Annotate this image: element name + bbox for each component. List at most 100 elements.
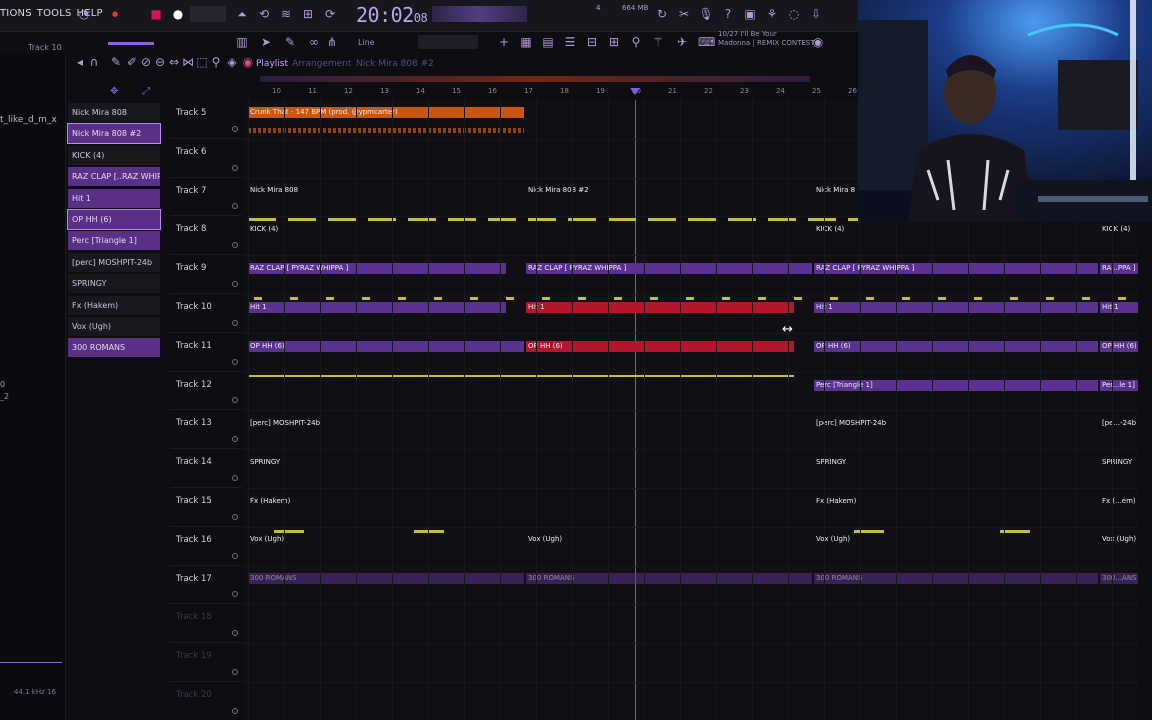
- pattern-clip[interactable]: 300 ROMANS: [526, 573, 812, 584]
- piano-roll-icon[interactable]: ▤: [540, 34, 556, 50]
- pattern-clip[interactable]: Hit 1: [814, 302, 1098, 313]
- loop-record-icon[interactable]: ⟲: [256, 6, 272, 22]
- track-header[interactable]: Track 12: [170, 372, 242, 411]
- countdown-icon[interactable]: ⟳: [322, 6, 338, 22]
- plugin-db-icon[interactable]: ⊞: [606, 34, 622, 50]
- pattern-clip[interactable]: OP HH (6): [248, 341, 524, 352]
- stop-button[interactable]: ■: [148, 6, 164, 22]
- track-mute-button[interactable]: [232, 436, 238, 443]
- save-icon[interactable]: ▣: [742, 6, 758, 22]
- track-mute-button[interactable]: [232, 668, 238, 675]
- track-mute-button[interactable]: [232, 707, 238, 714]
- chat-icon[interactable]: ◌: [786, 6, 802, 22]
- pin-icon[interactable]: ⚲: [628, 34, 644, 50]
- track-mute-button[interactable]: [232, 242, 238, 249]
- track-header[interactable]: Track 20: [170, 682, 242, 720]
- pattern-clip[interactable]: Vox (Ugh): [1100, 534, 1138, 545]
- track-header[interactable]: Track 16: [170, 527, 242, 566]
- pattern-clip[interactable]: RAZ CLAP [ PYRAZ WHIPPA ]: [248, 263, 506, 274]
- track-mute-button[interactable]: [232, 552, 238, 559]
- pattern-item[interactable]: Perc [Triangle 1]: [68, 231, 160, 251]
- browser-item[interactable]: 0: [0, 380, 5, 389]
- add-icon[interactable]: +: [496, 34, 512, 50]
- pattern-item[interactable]: Hit 1: [68, 188, 160, 208]
- pattern-clip[interactable]: OP HH (6): [814, 341, 1098, 352]
- pattern-clip[interactable]: RA...PPA ]: [1100, 263, 1138, 274]
- playback-icon[interactable]: ◈: [224, 54, 240, 70]
- pattern-clip[interactable]: SPRINGY: [814, 457, 1094, 468]
- pattern-clip[interactable]: Nick Mira 808 #2: [526, 185, 812, 196]
- track-header[interactable]: Track 7: [170, 178, 242, 217]
- download-icon[interactable]: ⇩: [808, 6, 824, 22]
- pattern-item[interactable]: KICK (4): [68, 145, 160, 165]
- pattern-item[interactable]: Nick Mira 808 #2: [67, 123, 161, 145]
- pattern-clip[interactable]: Fx (Hakem): [248, 496, 524, 507]
- record-button[interactable]: ●: [170, 6, 186, 22]
- track-mute-button[interactable]: [232, 280, 238, 287]
- zoom-icon[interactable]: ⚲: [208, 54, 224, 70]
- pattern-clip[interactable]: RAZ CLAP [ PYRAZ WHIPPA ]: [526, 263, 812, 274]
- undo-icon[interactable]: ↻: [654, 6, 670, 22]
- tempo-display[interactable]: [190, 6, 226, 22]
- pattern-item[interactable]: RAZ CLAP [..RAZ WHIPPA ]: [68, 167, 160, 187]
- pattern-clip[interactable]: Vox (Ugh): [526, 534, 812, 545]
- online-icon[interactable]: ◉: [810, 34, 826, 50]
- song-position-clock[interactable]: 20:0208: [356, 3, 428, 27]
- pattern-clip[interactable]: Per...le 1]: [1100, 380, 1138, 391]
- pattern-item[interactable]: [perc] MOSHPIT-24b: [68, 252, 160, 272]
- pattern-clip-selected[interactable]: OP HH (6): [526, 341, 794, 352]
- browser-icon[interactable]: ⊟: [584, 34, 600, 50]
- pattern-clip[interactable]: 300 ROMANS: [814, 573, 1098, 584]
- pattern-clip-selected[interactable]: Hit 1: [526, 302, 794, 313]
- pattern-item[interactable]: Fx (Hakem): [68, 295, 160, 315]
- pattern-clip[interactable]: Nick Mira 808: [248, 185, 524, 196]
- track-mute-button[interactable]: [232, 630, 238, 637]
- timeline-ruler[interactable]: 10 11 12 13 14 15 16 17 18 19 20 21 22 23 24 25 26: [244, 87, 858, 100]
- snap-mode-selector[interactable]: Line: [358, 38, 375, 47]
- mixer-icon[interactable]: ▥: [234, 34, 250, 50]
- track-mute-button[interactable]: [232, 591, 238, 598]
- track-mute-button[interactable]: [232, 164, 238, 171]
- wand-icon[interactable]: ⚚: [650, 34, 666, 50]
- tool-icon[interactable]: ✈: [674, 34, 690, 50]
- pattern-clip[interactable]: Fx (...em): [1100, 496, 1138, 507]
- menu-item-options[interactable]: TIONS: [0, 8, 32, 19]
- browser-item[interactable]: t_like_d_m_x: [0, 115, 57, 125]
- track-header[interactable]: Track 6: [170, 139, 242, 178]
- pattern-item[interactable]: Vox (Ugh): [68, 316, 160, 336]
- track-header[interactable]: Track 8: [170, 216, 242, 256]
- track-mute-button[interactable]: [232, 397, 238, 404]
- track-header[interactable]: Track 14: [170, 449, 242, 488]
- plugin-icon[interactable]: ⚘: [764, 6, 780, 22]
- audio-clip[interactable]: Crunk That - 147 BPM (prod. @ypmcarter): [248, 107, 524, 118]
- master-volume-slider[interactable]: [108, 42, 154, 45]
- microphone-icon[interactable]: 🎙: [698, 6, 714, 22]
- playlist-icon[interactable]: ☰: [562, 34, 578, 50]
- track-header[interactable]: Track 17: [170, 566, 242, 605]
- pattern-item[interactable]: OP HH (6): [67, 208, 161, 230]
- pattern-clip[interactable]: RAZ CLAP [ PYRAZ WHIPPA ]: [814, 263, 1098, 274]
- playhead-marker[interactable]: [630, 88, 640, 95]
- pattern-clip[interactable]: SPRINGY: [248, 457, 524, 468]
- track-header[interactable]: Track 11: [170, 333, 242, 372]
- cut-icon[interactable]: ✂: [676, 6, 692, 22]
- record-arm-icon[interactable]: ◉: [240, 54, 256, 70]
- pattern-clip[interactable]: OP HH (6): [1100, 341, 1138, 352]
- track-mute-button[interactable]: [232, 358, 238, 365]
- pattern-clip[interactable]: Perc [Triangle 1]: [814, 380, 1098, 391]
- pattern-clip[interactable]: 300 ROMANS: [248, 573, 524, 584]
- pattern-clip[interactable]: Hit 1: [248, 302, 506, 313]
- track-mute-button[interactable]: [232, 125, 238, 132]
- magnet-icon[interactable]: ⋔: [324, 34, 340, 50]
- pattern-clip[interactable]: Fx (Hakem): [814, 496, 1094, 507]
- track-mute-button[interactable]: [232, 319, 238, 326]
- pattern-clip[interactable]: KICK (4): [248, 224, 524, 235]
- pattern-clip[interactable]: SPRINGY: [1100, 457, 1138, 468]
- menu-item-tools[interactable]: TOOLS: [37, 8, 72, 19]
- pattern-clip[interactable]: Nick Mira 8: [814, 185, 862, 196]
- track-mute-button[interactable]: [232, 474, 238, 481]
- track-mute-button[interactable]: [232, 513, 238, 520]
- magnet-icon[interactable]: ∩: [86, 54, 102, 70]
- help-icon[interactable]: ?: [720, 6, 736, 22]
- track-header[interactable]: Track 19: [170, 643, 242, 682]
